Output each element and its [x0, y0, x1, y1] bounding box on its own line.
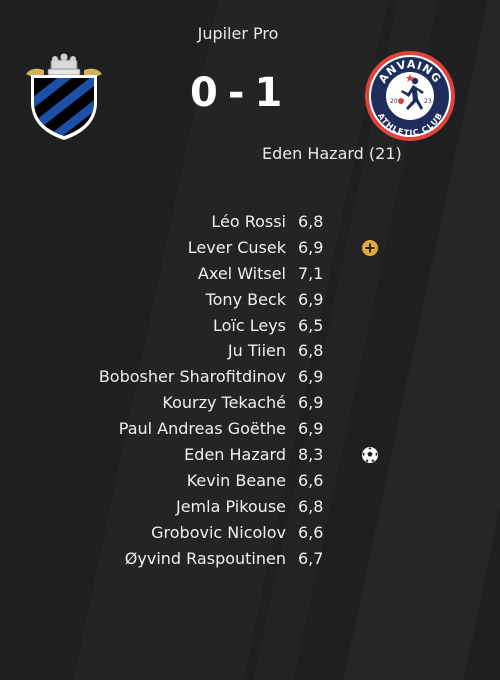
soccer-ball-icon: [361, 446, 379, 464]
player-name: Jemla Pikouse: [175, 496, 286, 516]
player-name: Lever Cusek: [187, 237, 286, 257]
player-rating: 6,9: [298, 393, 324, 413]
player-row[interactable]: Bobosher Sharofitdinov 6,9: [0, 364, 500, 390]
player-rating: 6,8: [298, 341, 324, 361]
player-name: Paul Andreas Goëthe: [118, 419, 286, 439]
player-row[interactable]: Tony Beck 6,9: [0, 287, 500, 313]
player-name: Kourzy Tekaché: [162, 393, 286, 413]
player-rating: 6,9: [298, 367, 324, 387]
player-name: Axel Witsel: [197, 263, 286, 283]
player-row[interactable]: Lever Cusek 6,9: [0, 235, 500, 261]
away-score: 1: [254, 70, 284, 116]
player-name: Eden Hazard: [184, 445, 286, 465]
player-row[interactable]: Léo Rossi 6,8: [0, 209, 500, 235]
player-row[interactable]: Jemla Pikouse 6,8: [0, 494, 500, 520]
player-row[interactable]: Kevin Beane 6,6: [0, 468, 500, 494]
crest-year-left: 20: [390, 98, 398, 105]
player-name: Bobosher Sharofitdinov: [98, 367, 286, 387]
player-ratings-list: Léo Rossi 6,8 Lever Cusek 6,9 Axel Witsel 7,1…: [0, 209, 500, 571]
player-row[interactable]: Loïc Leys 6,5: [0, 313, 500, 339]
club-brugge-crest-icon[interactable]: [22, 50, 106, 140]
player-rating: 6,7: [298, 548, 324, 568]
player-name: Tony Beck: [205, 289, 286, 309]
substitution-plus-icon: [361, 239, 379, 257]
player-name: Ju Tiien: [227, 341, 286, 361]
match-score: 0-1: [190, 70, 294, 116]
player-row[interactable]: Øyvind Raspoutinen 6,7: [0, 546, 500, 572]
player-rating: 6,9: [298, 237, 324, 257]
crest-year-right: 23: [424, 98, 432, 105]
goal-scorer: Eden Hazard (21): [262, 144, 402, 163]
player-name: Grobovic Nicolov: [151, 522, 286, 542]
player-rating: 6,6: [298, 470, 324, 490]
athletic-club-anvaing-crest-icon[interactable]: ANVAING ATHLETIC CLUB 20 23: [364, 50, 456, 142]
home-score: 0: [190, 70, 219, 116]
player-rating: 6,5: [298, 315, 324, 335]
player-rating: 6,8: [298, 496, 324, 516]
player-row[interactable]: Axel Witsel 7,1: [0, 261, 500, 287]
player-name: Léo Rossi: [211, 212, 286, 231]
player-rating: 6,6: [298, 522, 324, 542]
player-row[interactable]: Grobovic Nicolov 6,6: [0, 520, 500, 546]
player-name: Kevin Beane: [186, 470, 286, 490]
player-row[interactable]: Kourzy Tekaché 6,9: [0, 390, 500, 416]
player-name: Øyvind Raspoutinen: [124, 548, 286, 568]
score-separator: -: [227, 70, 246, 116]
player-row[interactable]: Ju Tiien 6,8: [0, 338, 500, 364]
player-rating: 7,1: [298, 263, 324, 283]
player-rating: 8,3: [298, 445, 324, 465]
player-row[interactable]: Eden Hazard 8,3: [0, 442, 500, 468]
player-rating: 6,9: [298, 289, 324, 309]
competition-name: Jupiler Pro: [197, 24, 279, 43]
player-name: Loïc Leys: [212, 315, 286, 335]
player-rating: 6,9: [298, 419, 324, 439]
player-row[interactable]: Paul Andreas Goëthe 6,9: [0, 416, 500, 442]
player-rating: 6,8: [298, 212, 324, 231]
